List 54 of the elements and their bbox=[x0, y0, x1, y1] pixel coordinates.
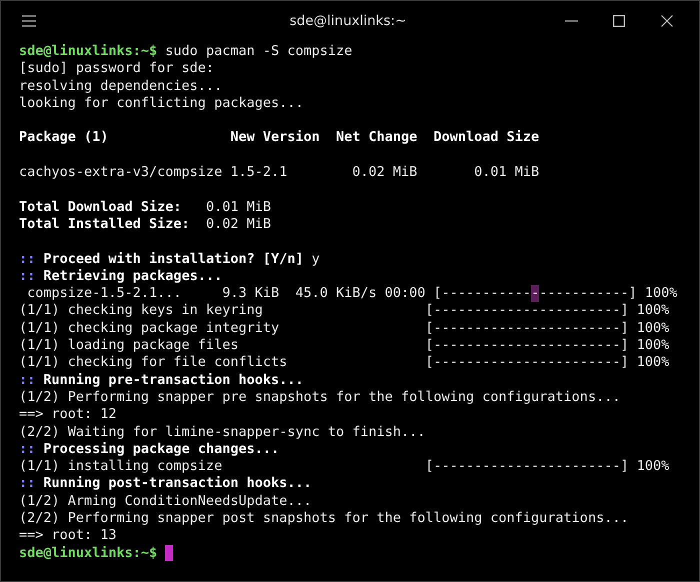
output-text: 100% bbox=[636, 337, 670, 354]
output-heading: Total Download Size: bbox=[19, 198, 183, 216]
output-text: (1/1) checking for file conflicts bbox=[19, 354, 288, 372]
progress-text: [-----------------------] bbox=[425, 302, 629, 320]
output-text: y bbox=[310, 250, 320, 268]
progress-text: -----------] bbox=[539, 285, 637, 302]
output-text: 100% bbox=[644, 285, 678, 302]
progress-text: [-----------------------] bbox=[425, 337, 629, 354]
output-heading: Package (1) New Version Net Change Download Size bbox=[19, 129, 540, 147]
output-text: [sudo] password for sde: bbox=[19, 60, 214, 78]
output-heading: Running pre-transaction hooks... bbox=[42, 372, 304, 389]
output-text: ==> root: 12 bbox=[19, 406, 117, 424]
output-heading: Total Installed Size: bbox=[19, 216, 191, 234]
shell-prompt: sde@linuxlinks:~$ bbox=[19, 544, 158, 562]
step-marker: :: bbox=[19, 372, 36, 389]
output-text: 100% bbox=[636, 354, 670, 372]
output-text: 100% bbox=[636, 458, 670, 476]
output-heading: Proceed with installation? [Y/n] bbox=[42, 250, 304, 268]
output-text: 0.01 MiB bbox=[204, 198, 271, 216]
progress-marker: - bbox=[531, 285, 540, 302]
output-text: (1/1) installing compsize bbox=[19, 458, 224, 476]
minimize-icon bbox=[564, 20, 578, 22]
close-icon bbox=[661, 14, 673, 26]
output-text: looking for conflicting packages... bbox=[19, 94, 304, 112]
step-marker: :: bbox=[19, 475, 36, 493]
step-marker: :: bbox=[19, 440, 36, 458]
output-text: 100% bbox=[636, 320, 670, 338]
output-text: resolving dependencies... bbox=[19, 78, 222, 95]
maximize-icon bbox=[613, 14, 625, 26]
step-marker: :: bbox=[19, 268, 36, 286]
menu-icon bbox=[22, 14, 36, 26]
output-text: (1/1) loading package files bbox=[19, 337, 240, 354]
output-heading: Retrieving packages... bbox=[42, 268, 222, 286]
output-heading: Running post-transaction hooks... bbox=[42, 475, 312, 493]
output-text: (1/2) Performing snapper pre snapshots for the following configurations... bbox=[19, 388, 620, 406]
output-text: (2/2) Performing snapper post snapshots for the following configurations... bbox=[19, 510, 629, 528]
output-text: 100% bbox=[636, 302, 670, 320]
window-title: sde@linuxlinks:~ bbox=[290, 12, 406, 28]
progress-text: [-----------------------] bbox=[425, 354, 629, 372]
output-text: (2/2) Waiting for limine-snapper-sync to finish... bbox=[19, 424, 426, 441]
shell-prompt: sde@linuxlinks:~$ bbox=[19, 43, 158, 60]
output-text: cachyos-extra-v3/compsize 1.5-2.1 0.02 MiB 0.01 MiB bbox=[19, 164, 540, 182]
output-text: ==> root: 13 bbox=[19, 527, 117, 545]
output-heading: Processing package changes... bbox=[42, 440, 280, 458]
output-text: (1/1) checking package integrity bbox=[19, 320, 280, 338]
progress-text: [----------- bbox=[434, 285, 532, 302]
output-text: 0.02 MiB bbox=[204, 216, 271, 234]
step-marker: :: bbox=[19, 250, 36, 268]
output-text: (1/1) checking keys in keyring bbox=[19, 302, 264, 320]
progress-text: [-----------------------] bbox=[425, 320, 629, 338]
output-text: compsize-1.5-2.1... 9.3 KiB 45.0 KiB/s 00:00 bbox=[26, 285, 426, 302]
output-text: sudo pacman -S compsize bbox=[164, 43, 352, 60]
output-text: (1/2) Arming ConditionNeedsUpdate... bbox=[19, 492, 312, 510]
progress-text: [-----------------------] bbox=[425, 458, 629, 476]
